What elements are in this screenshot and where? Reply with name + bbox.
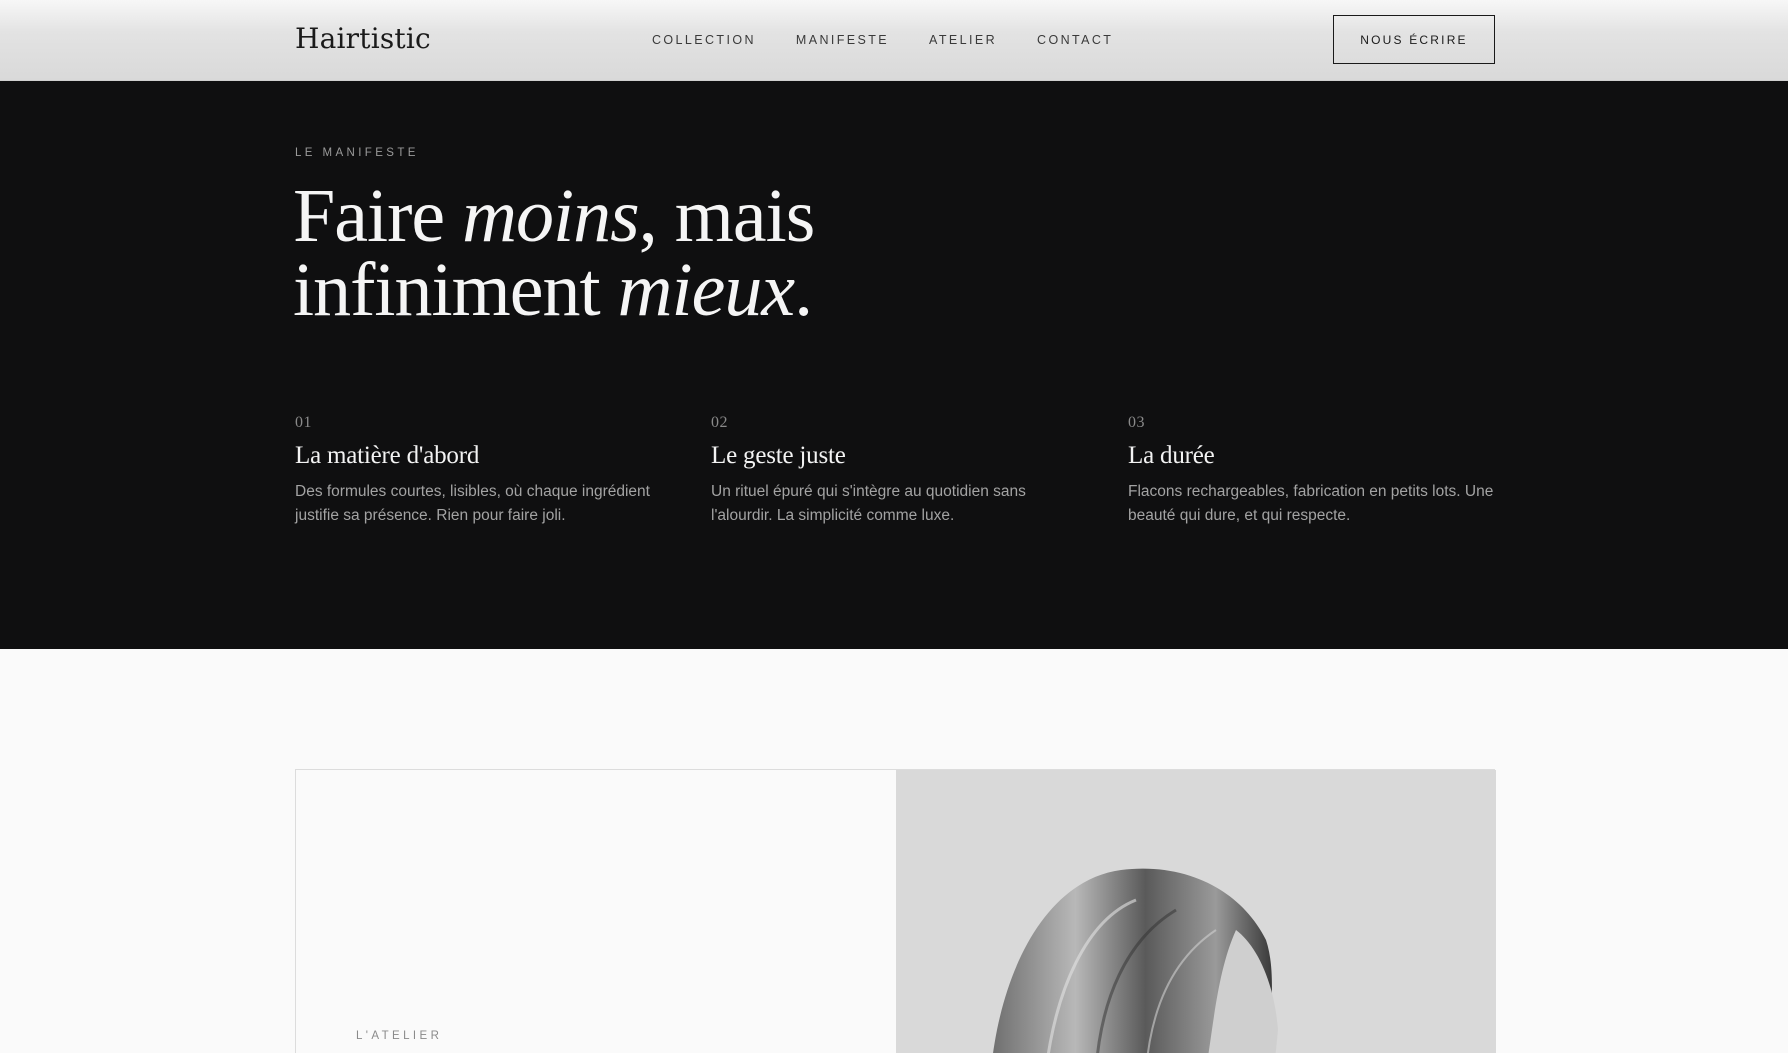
principle-text: Un rituel épuré qui s'intègre au quotidi… bbox=[711, 483, 1026, 524]
headline-emphasis: moins bbox=[462, 174, 640, 258]
headline-text: Faire bbox=[293, 174, 463, 258]
principle-number: 03 bbox=[1128, 414, 1145, 431]
atelier-photo bbox=[896, 770, 1496, 1053]
headline-emphasis: mieux bbox=[617, 248, 795, 332]
atelier-eyebrow: L'ATELIER bbox=[356, 1030, 443, 1042]
portrait-illustration bbox=[896, 770, 1496, 1053]
principle-title: La matière d'abord bbox=[295, 442, 480, 469]
principle-number: 02 bbox=[711, 414, 728, 431]
principle-title: La durée bbox=[1128, 442, 1215, 469]
contact-cta-button[interactable]: NOUS ÉCRIRE bbox=[1333, 15, 1495, 64]
atelier-card: L'ATELIER bbox=[295, 769, 1496, 1053]
brand-logo[interactable]: Hairtistic bbox=[295, 22, 431, 55]
principle-text: Flacons rechargeables, fabrication en pe… bbox=[1128, 483, 1494, 524]
manifesto-headline: Faire moins, mais infiniment mieux. bbox=[293, 178, 913, 328]
headline-text: infiniment bbox=[293, 248, 618, 332]
nav-item-collection[interactable]: COLLECTION bbox=[652, 33, 756, 47]
nav-item-manifeste[interactable]: MANIFESTE bbox=[796, 33, 889, 47]
headline-text: , mais bbox=[638, 174, 816, 258]
site-header: Hairtistic COLLECTION MANIFESTE ATELIER … bbox=[0, 0, 1788, 81]
principle-item: 02 Le geste juste Un rituel épuré qui s'… bbox=[711, 414, 1091, 528]
principle-item: 03 La durée Flacons rechargeables, fabri… bbox=[1128, 414, 1508, 528]
main-nav: COLLECTION MANIFESTE ATELIER CONTACT bbox=[652, 33, 1153, 47]
principle-number: 01 bbox=[295, 414, 312, 431]
headline-text: . bbox=[794, 248, 813, 332]
principle-text: Des formules courtes, lisibles, où chaqu… bbox=[295, 483, 650, 524]
section-eyebrow: LE MANIFESTE bbox=[295, 147, 419, 159]
principle-item: 01 La matière d'abord Des formules court… bbox=[295, 414, 675, 528]
principle-title: Le geste juste bbox=[711, 442, 846, 469]
nav-item-contact[interactable]: CONTACT bbox=[1037, 33, 1113, 47]
nav-item-atelier[interactable]: ATELIER bbox=[929, 33, 997, 47]
manifesto-section: LE MANIFESTE Faire moins, mais infinimen… bbox=[0, 81, 1788, 649]
